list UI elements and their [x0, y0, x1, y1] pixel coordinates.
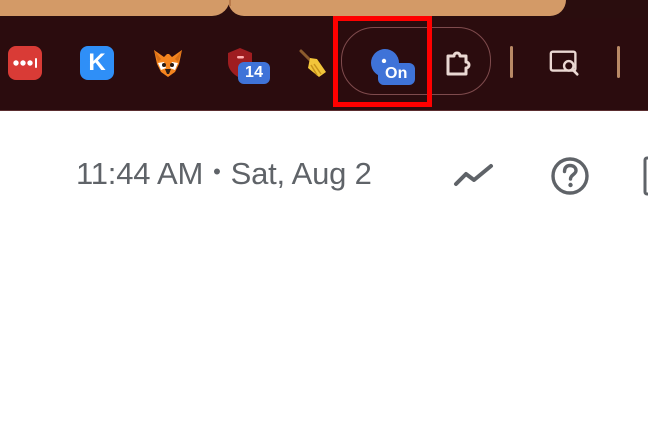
tab-divider: [229, 0, 231, 6]
puzzle-icon: [446, 51, 471, 76]
broom-extension-button[interactable]: [296, 46, 330, 80]
current-time: 11:44 AM: [76, 156, 204, 191]
panel-icon: [643, 156, 648, 196]
toolbar-separator: [510, 46, 513, 78]
lastpass-extension-button[interactable]: [8, 46, 42, 80]
help-button[interactable]: [548, 154, 592, 198]
fox-icon: [154, 50, 182, 77]
trend-line-icon: [454, 164, 493, 186]
current-date: Sat, Aug 2: [230, 156, 372, 191]
active-tab[interactable]: [228, 0, 566, 16]
tab-strip: [0, 0, 648, 18]
activity-button[interactable]: [452, 156, 496, 194]
k-logo-icon: K: [88, 49, 106, 76]
extensions-menu-button[interactable]: [441, 46, 475, 80]
help-circle-icon: [551, 157, 589, 195]
browser-window: K 14 On 11:44 AM • Sat, Aug 2: [0, 0, 648, 436]
dots-bar-icon: [13, 58, 37, 68]
highlight-annotation: [333, 16, 432, 107]
status-separator: •: [213, 159, 221, 184]
side-panel-button[interactable]: [636, 154, 648, 198]
extensions-toolbar: K 14 On: [0, 18, 648, 111]
k-extension-button[interactable]: K: [80, 46, 114, 80]
search-document-icon: [549, 50, 579, 76]
metamask-extension-button[interactable]: [151, 46, 185, 80]
toolbar-separator: [617, 46, 620, 78]
status-line: 11:44 AM • Sat, Aug 2: [76, 154, 372, 194]
media-search-button[interactable]: [548, 46, 582, 80]
inactive-tab[interactable]: [0, 0, 230, 16]
shield-badge: 14: [238, 62, 271, 84]
broom-icon: [299, 49, 326, 77]
